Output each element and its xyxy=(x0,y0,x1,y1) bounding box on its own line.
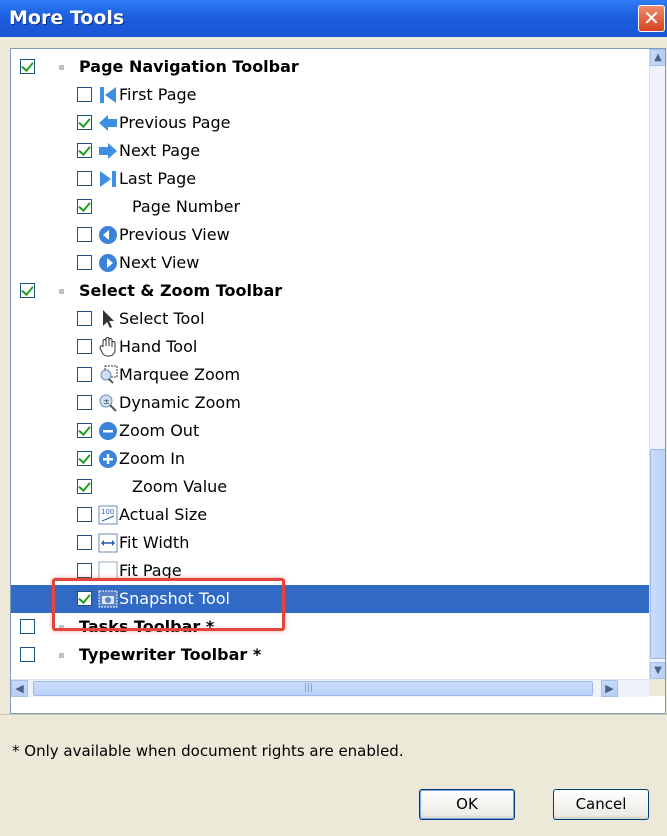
annotation-highlight-box xyxy=(52,578,285,631)
tool-row[interactable]: Fit Width xyxy=(11,529,649,557)
tree-bullet xyxy=(59,653,64,658)
last-page-icon xyxy=(98,169,118,189)
next-view-icon xyxy=(98,253,118,273)
tree-item-label: Next View xyxy=(119,253,200,272)
checkbox[interactable] xyxy=(77,451,92,466)
hand-icon xyxy=(98,337,118,357)
close-button[interactable]: ✕ xyxy=(638,5,665,32)
scroll-right-button[interactable]: ▶ xyxy=(601,680,618,697)
select-arrow-icon xyxy=(98,309,118,329)
tree-item-label: Marquee Zoom xyxy=(119,365,241,384)
first-page-icon xyxy=(98,85,118,105)
toolbar-group-row[interactable]: Typewriter Toolbar * xyxy=(11,641,649,669)
scroll-left-button[interactable]: ◀ xyxy=(11,680,28,697)
marquee-zoom-icon xyxy=(98,365,118,385)
tree-item-label: Next Page xyxy=(119,141,201,160)
tree-item-label: Typewriter Toolbar * xyxy=(79,645,262,664)
tree-item-label: Zoom Out xyxy=(119,421,200,440)
tree-item-label: Previous Page xyxy=(119,113,231,132)
checkbox[interactable] xyxy=(77,423,92,438)
tree-item-label: Zoom In xyxy=(119,449,186,468)
ok-button[interactable]: OK xyxy=(419,789,515,820)
svg-text:±: ± xyxy=(103,397,110,406)
tree-item-label: Dynamic Zoom xyxy=(119,393,241,412)
cancel-button[interactable]: Cancel xyxy=(553,789,649,820)
tool-row[interactable]: Zoom In xyxy=(11,445,649,473)
checkbox[interactable] xyxy=(77,563,92,578)
tree-item-label: Last Page xyxy=(119,169,197,188)
zoom-in-icon xyxy=(98,449,118,469)
checkbox[interactable] xyxy=(77,87,92,102)
previous-page-icon xyxy=(98,113,118,133)
tree-item-label: First Page xyxy=(119,85,197,104)
checkbox[interactable] xyxy=(77,479,92,494)
tree-item-label: Previous View xyxy=(119,225,230,244)
checkbox[interactable] xyxy=(77,311,92,326)
tree-item-label: Zoom Value xyxy=(132,477,228,496)
checkbox[interactable] xyxy=(77,227,92,242)
tree-item-label: Select & Zoom Toolbar xyxy=(79,281,283,300)
tool-row[interactable]: ± Dynamic Zoom xyxy=(11,389,649,417)
tool-row[interactable]: Hand Tool xyxy=(11,333,649,361)
checkbox[interactable] xyxy=(20,283,35,298)
actual-size-icon: 100 xyxy=(98,505,118,525)
checkbox[interactable] xyxy=(77,199,92,214)
checkbox[interactable] xyxy=(77,255,92,270)
tool-row[interactable]: Last Page xyxy=(11,165,649,193)
tool-row[interactable]: Next Page xyxy=(11,137,649,165)
scroll-corner xyxy=(649,679,665,696)
checkbox[interactable] xyxy=(77,115,92,130)
tree-item-label: Page Navigation Toolbar xyxy=(79,57,299,76)
footer-note-area: * Only available when document rights ar… xyxy=(0,714,667,776)
tree-item-label: Fit Width xyxy=(119,533,190,552)
scroll-grip: ||| xyxy=(304,683,314,693)
tool-row[interactable]: Marquee Zoom xyxy=(11,361,649,389)
checkbox[interactable] xyxy=(20,619,35,634)
title-bar: More Tools ✕ xyxy=(0,0,667,37)
vertical-scroll-thumb[interactable] xyxy=(650,449,665,659)
checkbox[interactable] xyxy=(77,367,92,382)
checkbox[interactable] xyxy=(77,535,92,550)
tool-row[interactable]: Previous Page xyxy=(11,109,649,137)
horizontal-scrollbar[interactable]: ◀ ||| ▶ xyxy=(11,679,649,697)
checkbox[interactable] xyxy=(20,647,35,662)
scroll-down-button[interactable]: ▼ xyxy=(650,662,665,679)
tree-bullet xyxy=(59,289,64,294)
previous-view-icon xyxy=(98,225,118,245)
toolbar-group-row[interactable]: Select & Zoom Toolbar xyxy=(11,277,649,305)
fit-width-icon xyxy=(98,533,118,553)
tool-row[interactable]: 100 Actual Size xyxy=(11,501,649,529)
checkbox[interactable] xyxy=(77,339,92,354)
tool-row[interactable]: Zoom Out xyxy=(11,417,649,445)
scroll-up-button[interactable]: ▲ xyxy=(650,49,665,66)
checkbox[interactable] xyxy=(20,59,35,74)
checkbox[interactable] xyxy=(77,507,92,522)
tool-row[interactable]: Page Number xyxy=(11,193,649,221)
footer-note: * Only available when document rights ar… xyxy=(12,742,404,760)
svg-text:100: 100 xyxy=(101,508,114,516)
checkbox[interactable] xyxy=(77,171,92,186)
checkbox[interactable] xyxy=(77,395,92,410)
tree-item-label: Actual Size xyxy=(119,505,208,524)
next-page-icon xyxy=(98,141,118,161)
tool-row[interactable]: Zoom Value xyxy=(11,473,649,501)
tool-row[interactable]: Previous View xyxy=(11,221,649,249)
toolbar-group-row[interactable]: Page Navigation Toolbar xyxy=(11,53,649,81)
tree-item-label: Select Tool xyxy=(119,309,205,328)
tool-row[interactable]: Next View xyxy=(11,249,649,277)
vertical-scrollbar[interactable]: ▲ ▼ xyxy=(649,49,665,679)
tree-bullet xyxy=(59,65,64,70)
tree-item-label: Page Number xyxy=(132,197,241,216)
tool-row[interactable]: Select Tool xyxy=(11,305,649,333)
checkbox[interactable] xyxy=(77,143,92,158)
zoom-out-icon xyxy=(98,421,118,441)
tool-row[interactable]: First Page xyxy=(11,81,649,109)
dialog-title: More Tools xyxy=(9,7,125,29)
horizontal-scroll-thumb[interactable]: ||| xyxy=(33,681,593,696)
tree-item-label: Hand Tool xyxy=(119,337,198,356)
dynamic-zoom-icon: ± xyxy=(98,393,118,413)
